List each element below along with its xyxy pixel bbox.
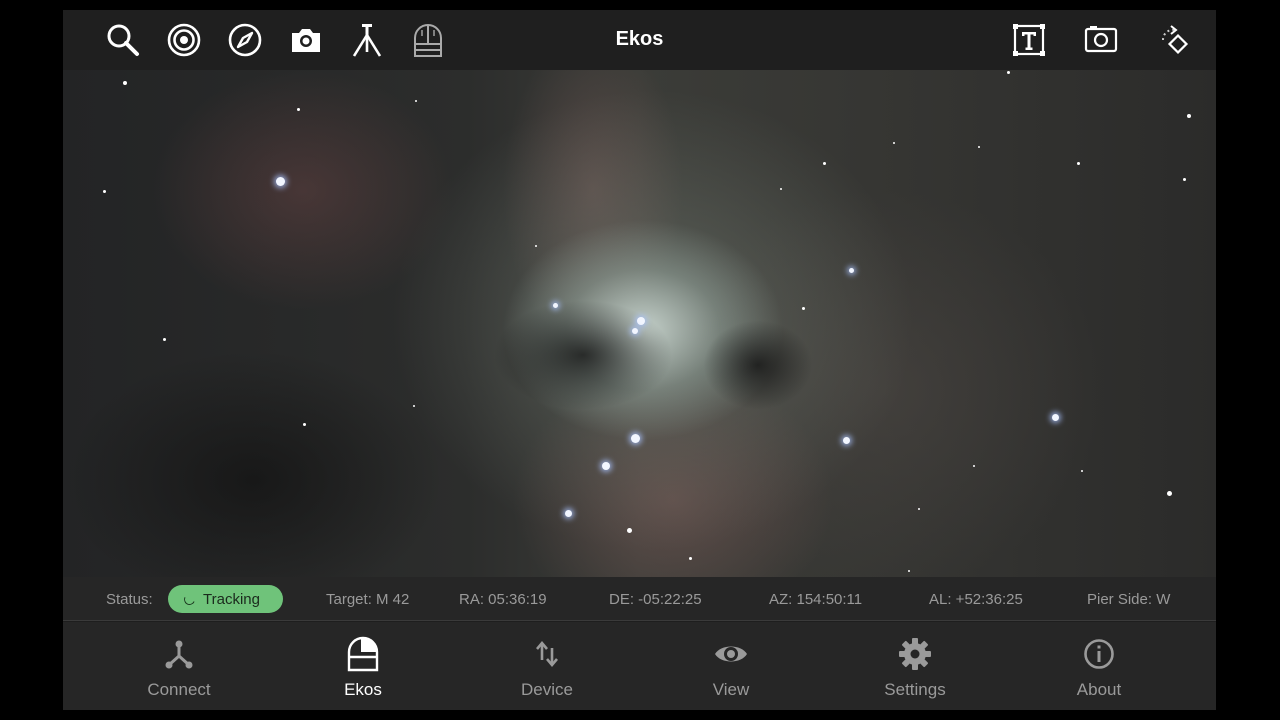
star (849, 268, 854, 273)
nav-settings[interactable]: Settings (823, 622, 1007, 710)
text-frame-icon (1013, 24, 1045, 56)
dust-lane (493, 300, 673, 410)
star (1167, 491, 1172, 496)
star (893, 142, 895, 144)
al-readout: AL: +52:36:25 (929, 591, 1023, 608)
dust-lane (703, 320, 813, 410)
screenshot-button[interactable] (1081, 22, 1121, 58)
search-button[interactable] (103, 22, 143, 58)
status-badge: Tracking (168, 585, 283, 613)
nav-device-label: Device (521, 680, 573, 699)
sky-image-view[interactable] (63, 70, 1216, 610)
nav-connect[interactable]: Connect (87, 622, 271, 710)
star (1187, 114, 1191, 118)
nav-view-label: View (712, 680, 750, 699)
ra-readout: RA: 05:36:19 (459, 591, 547, 608)
star (602, 462, 610, 470)
eye-icon (715, 646, 747, 662)
nav-ekos-label: Ekos (344, 680, 382, 699)
text-overlay-button[interactable] (1009, 22, 1049, 58)
rotate-button[interactable] (1153, 22, 1193, 58)
nav-settings-label: Settings (884, 680, 946, 699)
rotate-icon (1161, 25, 1189, 55)
star (413, 405, 415, 407)
star (565, 510, 572, 517)
dome-icon (347, 636, 379, 672)
star (303, 423, 306, 426)
nav-ekos[interactable]: Ekos (271, 622, 455, 710)
compass-icon (228, 23, 262, 57)
screenshot-icon (1084, 26, 1118, 53)
star (1081, 470, 1083, 472)
star (1077, 162, 1080, 165)
nav-view[interactable]: View (639, 622, 823, 710)
info-icon (1084, 639, 1114, 669)
star (1052, 414, 1059, 421)
compass-button[interactable] (225, 22, 265, 58)
mount-status-bar: Status: Tracking Target: M 42 RA: 05:36:… (63, 577, 1216, 621)
status-label: Status: (106, 591, 153, 608)
search-icon (107, 24, 139, 56)
nav-device[interactable]: Device (455, 622, 639, 710)
star (1183, 178, 1186, 181)
star (823, 162, 826, 165)
observatory-button[interactable] (408, 22, 448, 58)
star (415, 100, 417, 102)
star (843, 437, 850, 444)
star (973, 465, 975, 467)
star (297, 108, 300, 111)
bottom-navigation: Connect Ekos Device View Settings About (63, 622, 1216, 710)
star (637, 317, 645, 325)
de-readout: DE: -05:22:25 (609, 591, 702, 608)
app-window: Ekos Status: Tracking Target: M 42 RA: 0… (63, 10, 1216, 710)
star (780, 188, 782, 190)
star (918, 508, 920, 510)
connect-icon (165, 640, 193, 669)
mount-button[interactable] (347, 22, 387, 58)
star (103, 190, 106, 193)
star (689, 557, 692, 560)
dark-region (63, 350, 443, 610)
az-readout: AZ: 154:50:11 (769, 591, 863, 608)
observatory-icon (414, 24, 442, 57)
status-state: Tracking (203, 590, 260, 608)
star (627, 528, 632, 533)
star (908, 570, 910, 572)
gear-icon (899, 638, 931, 670)
nav-about-label: About (1076, 680, 1122, 699)
star (1007, 71, 1010, 74)
nav-about[interactable]: About (1007, 622, 1191, 710)
star (978, 146, 980, 148)
swap-icon (536, 640, 558, 668)
camera-icon (292, 29, 320, 52)
target-button[interactable] (164, 22, 204, 58)
pier-side-readout: Pier Side: W (1087, 591, 1171, 608)
star (535, 245, 537, 247)
nav-connect-label: Connect (147, 680, 211, 699)
target-readout: Target: M 42 (326, 591, 410, 608)
spinner-icon (182, 591, 197, 607)
camera-button[interactable] (286, 22, 326, 58)
tripod-icon (352, 24, 382, 57)
star (802, 307, 805, 310)
star (163, 338, 166, 341)
star (631, 434, 640, 443)
star (276, 177, 285, 186)
star (123, 81, 127, 85)
star (632, 328, 638, 334)
star (553, 303, 558, 308)
top-toolbar: Ekos (63, 10, 1216, 70)
target-icon (167, 23, 201, 57)
